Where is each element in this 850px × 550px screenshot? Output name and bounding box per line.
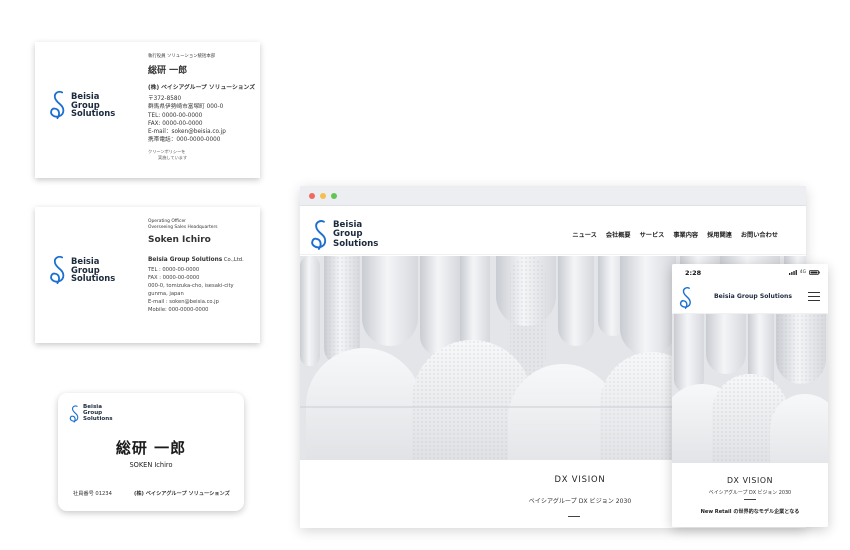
logo-text: Beisia Group Solutions [71,256,116,284]
nav-recruit[interactable]: 採用関連 [707,230,732,239]
business-card-japanese: Beisia Group Solutions 執行役員 ソリューション統括本部 … [35,42,260,178]
id-company-name: (株) ベイシアグループ ソリューションズ [134,491,230,497]
nav-contact[interactable]: お問い合わせ [741,230,778,239]
script-s-logo-icon [69,402,80,426]
mobile-header: Beisia Group Solutions [672,281,828,314]
status-icons: 4G [788,270,820,275]
script-s-logo-icon [49,251,67,289]
global-nav: ニュース 会社概要 サービス 事業内容 採用関連 お問い合わせ [572,230,778,239]
tel: TEL : 0000-00-0000 [148,267,200,273]
company-name: (株) ベイシアグループ ソリューションズ [148,85,256,91]
id-name-english: SOKEN Ichiro [129,461,173,469]
mobile: Mobile: 000-0000-0000 [148,307,209,313]
tel: TEL: 0000-00-0000 [148,112,203,119]
clean-policy-line-2: 実施しています [158,154,188,160]
nav-services[interactable]: サービス [640,230,665,239]
dx-vision-title: DX VISION [554,474,606,484]
stage: Beisia Group Solutions 執行役員 ソリューション統括本部 … [0,0,850,550]
site-logo[interactable]: Beisia Group Solutions [310,215,378,255]
business-card-english: Beisia Group Solutions Operating Officer… [35,207,260,343]
hamburger-menu-icon[interactable] [808,292,820,301]
script-s-logo-icon [679,286,693,310]
section-divider [744,499,756,500]
logo-line-3: Solutions [333,238,379,249]
address: 群馬県伊勢崎市富塚町 000-0 [148,104,224,111]
mobile-logo[interactable] [679,286,693,310]
fax: FAX : 0000-00-0000 [148,275,200,281]
company-name: Beisia Group Solutions Co.,Ltd. [148,257,258,263]
address-line-2: gunma, japan [148,291,184,297]
employee-number: 社員番号 01234 [73,491,112,497]
brand-logo: Beisia Group Solutions [69,402,113,426]
logo-text: Beisia Group Solutions [333,221,378,248]
logo-line-3: Solutions [71,273,116,284]
close-dot-icon[interactable] [309,192,315,199]
mobile: 携帯電話：000-0000-0000 [148,137,221,144]
id-name-japanese: 総研 一郎 [115,439,187,457]
mobile-mockup: 2:28 4G Beisia Group Solutions DX VISION… [672,264,828,527]
address-line-1: 000-0, tomizuka-cho, isesaki-city [148,283,234,289]
fax: FAX: 0000-00-0000 [148,120,203,127]
person-name: Soken Ichiro [148,235,211,245]
nav-news[interactable]: ニュース [572,230,596,239]
job-title: 執行役員 ソリューション統括本部 [148,54,216,59]
mobile-brand-name: Beisia Group Solutions [714,293,792,300]
email: E-mail：soken@beisia.co.jp [148,129,226,136]
signal-icon [788,270,797,275]
postal-code: 〒372-8580 [148,96,182,102]
logo-line-3: Solutions [71,108,116,119]
job-title-2: Overseeing Sales Headquarters [148,225,218,230]
nav-company[interactable]: 会社概要 [606,230,631,239]
card-info: Operating Officer Overseeing Sales Headq… [148,219,258,314]
brand-logo: Beisia Group Solutions [49,86,115,124]
section-divider [568,516,580,517]
minimize-dot-icon[interactable] [320,192,326,199]
nav-business[interactable]: 事業内容 [673,230,698,239]
dx-vision-subtitle: ベイシアグループ DX ビジョン 2030 [528,498,632,505]
script-s-logo-icon [49,86,67,124]
person-name: 総研 一郎 [148,66,188,76]
company-name-main: Beisia Group Solutions [148,257,223,263]
battery-icon [809,270,820,275]
status-time: 2:28 [685,268,702,277]
company-suffix: Co.,Ltd. [222,257,244,263]
employee-id-card: Beisia Group Solutions 総研 一郎 SOKEN Ichir… [58,393,244,511]
script-s-logo-icon [310,215,329,255]
clean-policy-note: クリーンポリシーを 実施しています [148,149,258,161]
logo-line-3: Solutions [83,415,113,422]
brand-logo: Beisia Group Solutions [49,251,115,289]
network-type: 4G [799,270,806,275]
mobile-dx-vision-title: DX VISION [726,476,774,485]
logo-text: Beisia Group Solutions [71,91,116,119]
mobile-vision-lead: New Retail の世界的なモデル企業となる [700,509,800,515]
maximize-dot-icon[interactable] [331,192,337,199]
mobile-vision-section: DX VISION ベイシアグループ DX ビジョン 2030 New Reta… [672,463,828,527]
abstract-pills-illustration [672,314,828,463]
email: E-mail : soken@beisia.co.jp [148,299,219,305]
card-info: 執行役員 ソリューション統括本部 総研 一郎 (株) ベイシアグループ ソリュー… [148,54,258,161]
logo-text: Beisia Group Solutions [83,404,113,423]
mobile-dx-vision-subtitle: ベイシアグループ DX ビジョン 2030 [708,490,792,496]
browser-chrome [300,186,806,206]
status-bar: 2:28 4G [672,264,828,281]
mobile-hero-image [672,314,828,463]
